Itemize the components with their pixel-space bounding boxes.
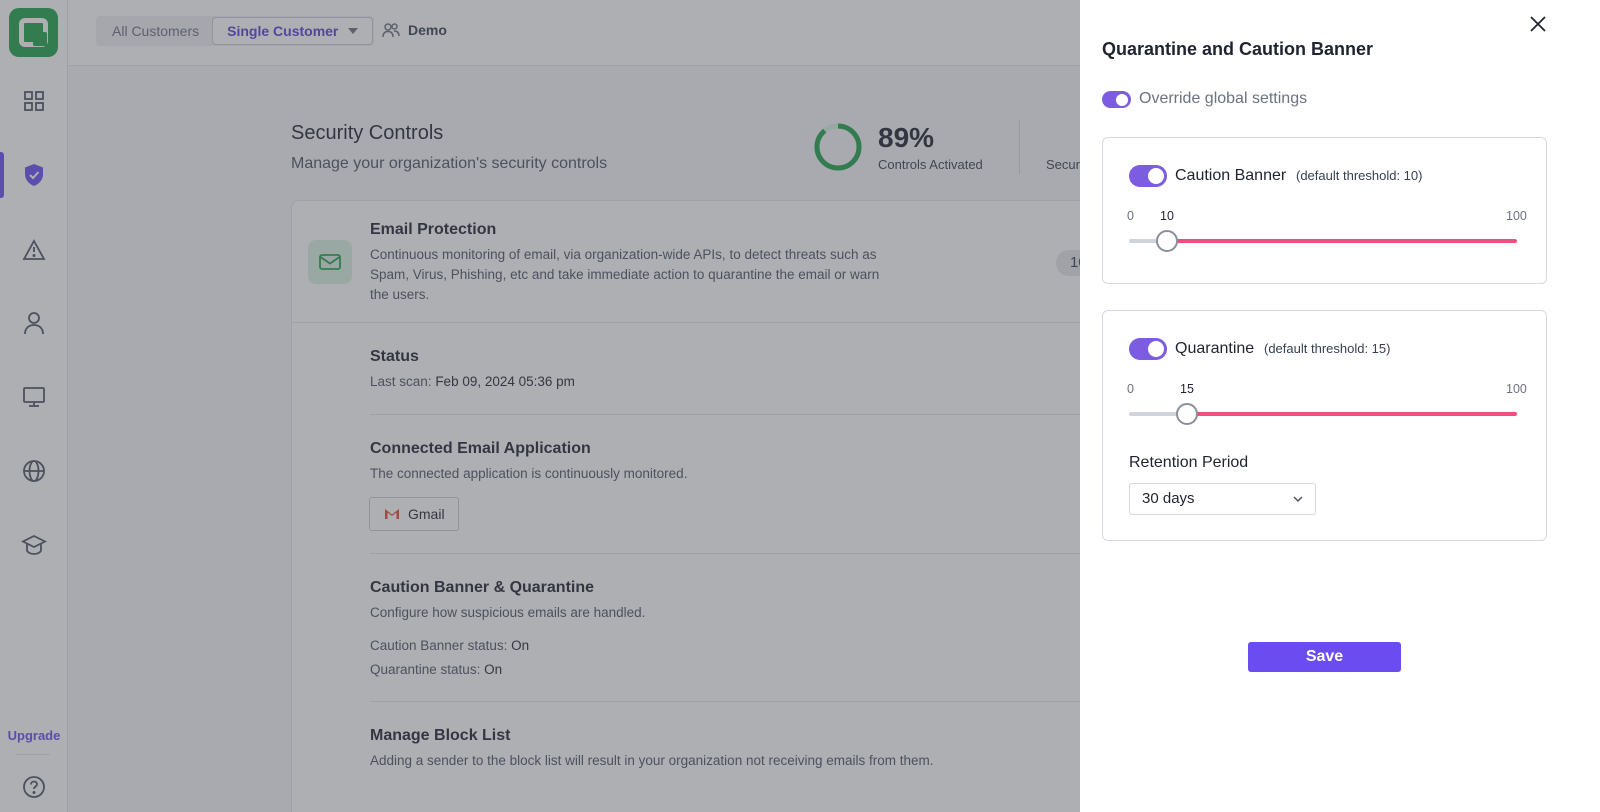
quarantine-label: Quarantine [1175, 340, 1255, 357]
override-global-label: Override global settings [1139, 90, 1308, 107]
quarantine-value-label: 15 [1180, 382, 1194, 396]
caution-value-label: 10 [1160, 209, 1174, 223]
caution-banner-toggle[interactable] [1129, 165, 1167, 187]
retention-period-label: Retention Period [1129, 454, 1249, 471]
override-global-toggle[interactable] [1102, 91, 1131, 108]
quarantine-slider-track-active[interactable] [1187, 412, 1517, 416]
close-icon[interactable] [1528, 14, 1548, 34]
quarantine-min-label: 0 [1127, 382, 1134, 396]
quarantine-max-label: 100 [1506, 382, 1527, 396]
retention-period-select[interactable]: 30 days [1129, 483, 1316, 515]
quarantine-toggle[interactable] [1129, 338, 1167, 360]
caution-banner-hint: (default threshold: 10) [1296, 168, 1423, 183]
caution-max-label: 100 [1506, 209, 1527, 223]
retention-period-value: 30 days [1142, 490, 1195, 507]
drawer-title: Quarantine and Caution Banner [1102, 39, 1374, 59]
modal-backdrop[interactable] [0, 0, 1080, 812]
caution-slider-thumb[interactable] [1156, 230, 1178, 252]
save-button[interactable]: Save [1248, 642, 1401, 672]
quarantine-hint: (default threshold: 15) [1264, 341, 1391, 356]
chevron-down-icon [1293, 496, 1303, 503]
quarantine-slider-thumb[interactable] [1176, 403, 1198, 425]
caution-min-label: 0 [1127, 209, 1134, 223]
caution-banner-label: Caution Banner [1175, 167, 1287, 184]
caution-slider-track-active[interactable] [1167, 239, 1517, 243]
